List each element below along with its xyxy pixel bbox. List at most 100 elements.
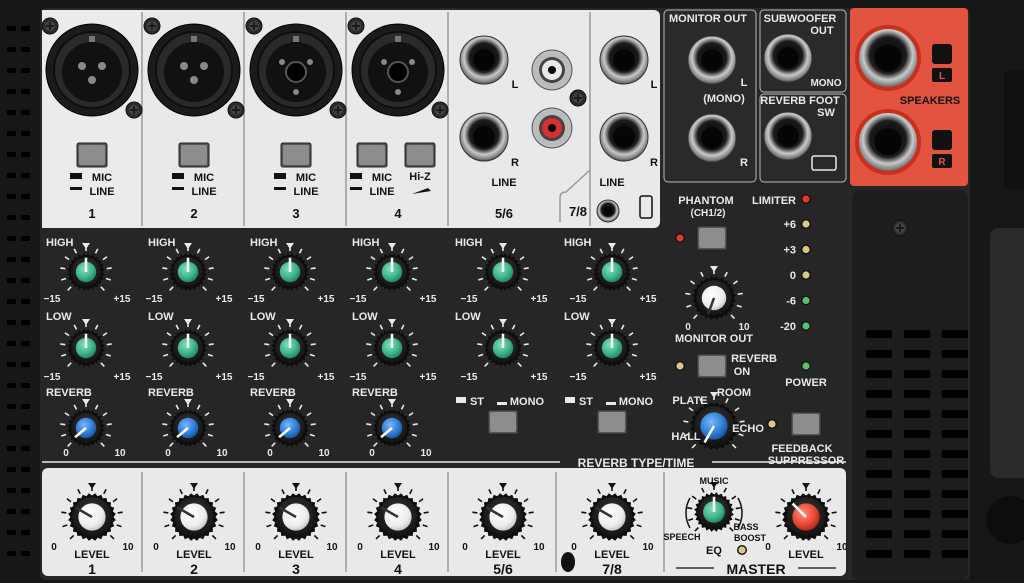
level-max-label: 10 — [326, 542, 338, 553]
line-label: LINE — [491, 177, 516, 189]
eq-low-label: LOW — [46, 311, 72, 323]
screw-icon — [569, 89, 587, 107]
level-min-label: 0 — [571, 542, 577, 553]
suppressor-label: SUPPRESSOR — [768, 455, 844, 467]
reverb-type-time-label: REVERB TYPE/TIME — [578, 456, 695, 470]
monitor-out-jack-left[interactable] — [687, 35, 737, 85]
channel-number: 1 — [88, 561, 96, 577]
level-min-label: 0 — [765, 542, 771, 553]
input-jack-ch4[interactable] — [351, 23, 445, 117]
mono-label: MONO — [619, 396, 654, 408]
phantom-power-switch[interactable] — [696, 225, 728, 251]
level-meter-led — [801, 295, 811, 306]
eq-low-label: LOW — [455, 311, 481, 323]
level-min-label: 0 — [51, 542, 57, 553]
mic-line-switch-ch1[interactable] — [76, 142, 108, 168]
eq-max-label: +15 — [640, 294, 657, 305]
reverb-max-label: 10 — [318, 448, 330, 459]
input-jack-ch3[interactable] — [249, 23, 343, 117]
jack-r-label: R — [740, 157, 748, 169]
eq-high-label: HIGH — [148, 237, 176, 249]
reverb-foot-sw-label: SW — [817, 107, 835, 119]
eq-high-label: HIGH — [455, 237, 483, 249]
eq-high-label: HIGH — [46, 237, 74, 249]
st-mono-switch-5/6[interactable] — [487, 409, 519, 435]
meter-label: +6 — [783, 219, 796, 231]
reverb-on-sub-label: ON — [734, 366, 751, 378]
switch-label-top: MIC — [372, 172, 392, 184]
level-min-label: 0 — [255, 542, 261, 553]
line-input-jack-7-right[interactable] — [599, 112, 649, 162]
side-handle — [990, 228, 1024, 478]
eq-max-label: +15 — [216, 294, 233, 305]
eq-high-label: HIGH — [564, 237, 592, 249]
mic-line-switch-ch2[interactable] — [178, 142, 210, 168]
st-label: ST — [579, 396, 593, 408]
level-label: LEVEL — [485, 549, 521, 561]
reverb-min-label: 0 — [369, 448, 375, 459]
level-max-label: 10 — [428, 542, 440, 553]
screw-icon — [431, 101, 449, 119]
channel-number: 5/6 — [493, 561, 513, 577]
rca-input-left[interactable] — [531, 49, 573, 91]
line-input-jack-7-left[interactable] — [599, 35, 649, 85]
level-meter-led — [801, 321, 811, 331]
eq-max-label: +15 — [114, 294, 131, 305]
meter-label: +3 — [783, 245, 796, 257]
master-label: MASTER — [726, 561, 785, 577]
channel-number: 3 — [292, 561, 300, 577]
hi-z-switch-ch4[interactable] — [404, 142, 436, 168]
eq-high-label: HIGH — [250, 237, 278, 249]
eq-min-label: −15 — [350, 372, 367, 383]
reverb-foot-switch-jack[interactable] — [763, 111, 813, 161]
limiter-label: LIMITER — [752, 195, 796, 207]
line-input-jack-5-left[interactable] — [459, 35, 509, 85]
reverb-type-room: ROOM — [717, 387, 751, 399]
mic-line-switch-ch3[interactable] — [280, 142, 312, 168]
screw-icon — [891, 219, 909, 237]
line-input-jack-5-right[interactable] — [459, 112, 509, 162]
channel-number: 7/8 — [602, 561, 622, 577]
jack-l-label: L — [512, 79, 519, 91]
reverb-send-label: REVERB — [352, 387, 398, 399]
level-label: LEVEL — [380, 549, 416, 561]
feedback-suppressor-switch[interactable] — [790, 411, 822, 437]
eq-label: EQ — [706, 545, 722, 557]
reverb-on-switch[interactable] — [696, 353, 728, 379]
mono-label: MONO — [510, 396, 545, 408]
eq-low-label: LOW — [352, 311, 378, 323]
screw-icon — [347, 17, 365, 35]
switch-label-bottom: LINE — [89, 186, 114, 198]
eq-max-label: +15 — [216, 372, 233, 383]
eq-min-label: −15 — [248, 294, 265, 305]
input-jack-ch1[interactable] — [45, 23, 139, 117]
speaker-channel-label: R — [938, 157, 946, 168]
eq-min-label: −15 — [461, 372, 478, 383]
speakers-label: SPEAKERS — [900, 95, 961, 107]
subwoofer-out-jack[interactable] — [763, 33, 813, 83]
eq-min-label: −15 — [248, 372, 265, 383]
monitor-out-label: MONITOR OUT — [669, 13, 747, 25]
channel-number: 3 — [292, 206, 299, 221]
level-meter-led — [801, 244, 811, 255]
mono-note-label: (MONO) — [703, 93, 745, 105]
st-label: ST — [470, 396, 484, 408]
meter-label: -20 — [780, 321, 796, 333]
channel-number: 4 — [394, 206, 402, 221]
monitor-out-knob-label: MONITOR OUT — [675, 333, 753, 345]
mic-line-switch-ch4[interactable] — [356, 142, 388, 168]
speaker-icon — [932, 130, 952, 150]
input-jack-ch2[interactable] — [147, 23, 241, 117]
level-label: LEVEL — [176, 549, 212, 561]
reverb-type-plate: PLATE — [672, 395, 707, 407]
phantom-ch-label: (CH1/2) — [690, 208, 725, 219]
st-mono-switch-7/8[interactable] — [596, 409, 628, 435]
eq-bass-label: BASS — [733, 522, 758, 532]
rca-input-right[interactable] — [531, 107, 573, 149]
monitor-out-jack-right[interactable] — [687, 113, 737, 163]
reverb-foot-label: REVERB FOOT — [760, 95, 840, 107]
limiter-led — [801, 194, 811, 204]
mini-jack-input-7-8[interactable] — [596, 199, 620, 223]
reverb-type-hall: HALL — [671, 431, 701, 443]
screw-icon — [143, 17, 161, 35]
